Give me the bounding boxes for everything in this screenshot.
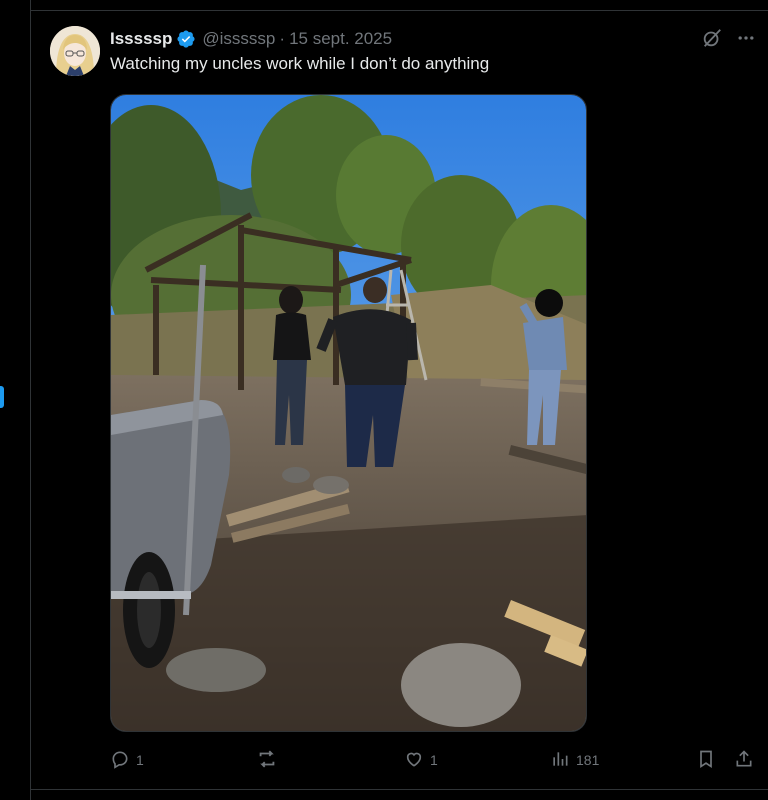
grok-icon[interactable] xyxy=(700,26,724,50)
reply-button[interactable]: 1 xyxy=(110,746,144,774)
like-icon xyxy=(404,749,424,772)
repost-button[interactable] xyxy=(256,746,284,774)
action-bar: 1 1 181 xyxy=(110,746,760,774)
repost-icon xyxy=(256,748,278,773)
post-date[interactable]: 15 sept. 2025 xyxy=(289,29,392,49)
views-icon xyxy=(550,749,570,772)
share-icon xyxy=(734,749,754,772)
reply-icon xyxy=(110,749,130,772)
handle[interactable]: @isssssp xyxy=(202,29,275,49)
bookmark-icon xyxy=(696,749,716,772)
bottom-divider xyxy=(30,789,768,790)
more-icon[interactable] xyxy=(734,26,758,50)
reply-count: 1 xyxy=(136,752,144,768)
like-button[interactable]: 1 xyxy=(404,746,438,774)
views-button[interactable]: 181 xyxy=(550,746,599,774)
verified-badge-icon xyxy=(176,29,196,49)
tweet-header: Isssssp @isssssp · 15 sept. 2025 xyxy=(110,27,392,51)
nav-active-indicator xyxy=(0,386,4,408)
display-name[interactable]: Isssssp xyxy=(110,29,172,49)
like-count: 1 xyxy=(430,752,438,768)
view-count: 181 xyxy=(576,752,600,768)
share-button[interactable] xyxy=(734,746,754,774)
tweet-text: Watching my uncles work while I don’t do… xyxy=(110,54,490,73)
top-divider xyxy=(30,10,768,11)
header-separator: · xyxy=(279,29,286,48)
bookmark-button[interactable] xyxy=(696,746,716,774)
left-rail xyxy=(0,0,31,800)
avatar[interactable] xyxy=(50,26,100,76)
tweet-media-photo[interactable] xyxy=(110,94,587,732)
